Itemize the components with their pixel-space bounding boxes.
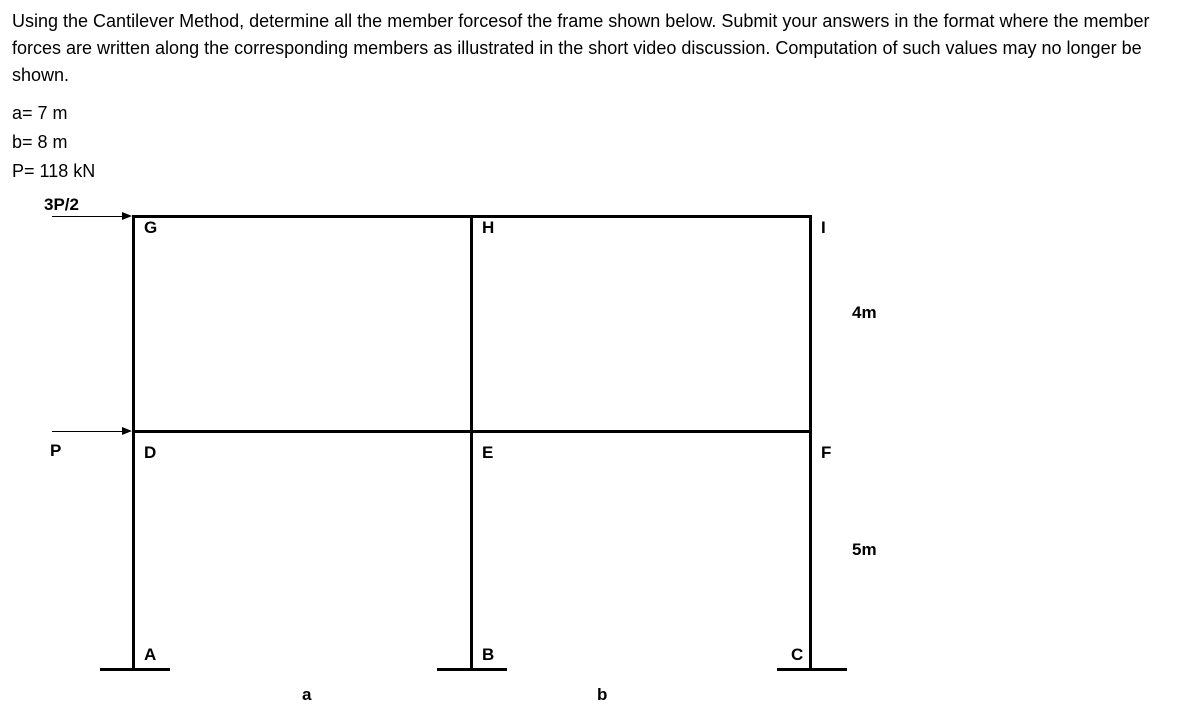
load-arrow-top-line (52, 216, 122, 217)
load-arrow-mid-head (122, 427, 132, 435)
parameters: a= 7 m b= 8 m P= 118 kN (12, 99, 1188, 185)
load-arrow-top-head (122, 212, 132, 220)
support-A (100, 668, 170, 671)
node-C: C (791, 645, 803, 665)
column-left (132, 215, 135, 670)
span-b-label: b (597, 685, 607, 705)
node-E: E (482, 443, 493, 463)
node-H: H (482, 218, 494, 238)
node-B: B (482, 645, 494, 665)
span-a-label: a (302, 685, 311, 705)
node-G: G (144, 218, 157, 238)
load-mid-label: P (50, 441, 61, 461)
node-I: I (821, 218, 826, 238)
param-b: b= 8 m (12, 128, 1188, 157)
param-P: P= 118 kN (12, 157, 1188, 186)
column-right (809, 215, 812, 670)
support-B (437, 668, 507, 671)
node-A: A (144, 645, 156, 665)
node-D: D (144, 443, 156, 463)
column-middle (470, 215, 473, 670)
problem-statement: Using the Cantilever Method, determine a… (12, 8, 1188, 89)
load-top-label: 3P/2 (44, 195, 79, 215)
frame-diagram: 3P/2 P G H I D E F A B C a b 4m 5m (42, 205, 942, 715)
height-bottom-label: 5m (852, 540, 877, 560)
node-F: F (821, 443, 831, 463)
load-arrow-mid-line (52, 431, 122, 432)
param-a: a= 7 m (12, 99, 1188, 128)
height-top-label: 4m (852, 303, 877, 323)
support-C (777, 668, 847, 671)
